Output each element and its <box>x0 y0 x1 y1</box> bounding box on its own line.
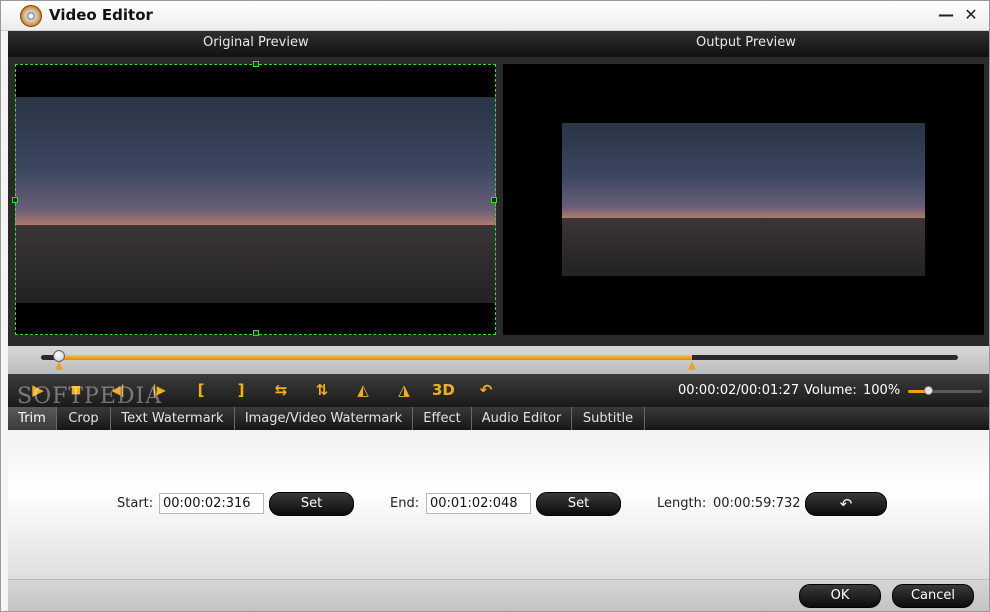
undo-icon[interactable]: ↶ <box>476 380 496 400</box>
editor-tabs: Trim Crop Text Watermark Image/Video Wat… <box>8 407 989 430</box>
trim-panel: Start: Set End: Set Length: 00:00:59:732… <box>8 430 989 580</box>
tab-crop[interactable]: Crop <box>57 407 111 430</box>
volume-slider-track[interactable] <box>908 390 982 393</box>
3d-icon[interactable]: 3D <box>432 380 455 400</box>
tab-audio-editor[interactable]: Audio Editor <box>472 407 572 430</box>
preview-area <box>8 57 989 346</box>
original-preview-label: Original Preview <box>203 35 309 50</box>
dialog-footer: OK Cancel <box>8 580 989 611</box>
end-time-input[interactable] <box>426 493 531 514</box>
tab-trim[interactable]: Trim <box>8 407 57 430</box>
playhead-thumb[interactable] <box>53 350 66 362</box>
minimize-button[interactable]: — <box>935 4 957 26</box>
original-preview <box>15 64 496 335</box>
title-bar: Video Editor — ✕ <box>1 1 989 31</box>
start-label: Start: <box>117 496 154 511</box>
output-video-frame <box>562 123 925 276</box>
start-time-input[interactable] <box>159 493 264 514</box>
length-value: 00:00:59:732 <box>713 496 801 511</box>
video-editor-window: Video Editor — ✕ Original Preview Output… <box>0 0 990 612</box>
trim-end-marker[interactable] <box>688 361 697 370</box>
end-label: End: <box>390 496 420 511</box>
tab-text-watermark[interactable]: Text Watermark <box>111 407 235 430</box>
preview-header: Original Preview Output Preview <box>8 31 989 57</box>
stop-icon[interactable]: ■ <box>66 380 86 400</box>
output-preview-label: Output Preview <box>696 35 796 50</box>
flip-vertical-icon[interactable]: ⇅ <box>312 380 332 400</box>
tab-subtitle[interactable]: Subtitle <box>572 407 645 430</box>
volume-slider-thumb[interactable] <box>923 386 933 395</box>
trim-start-marker[interactable] <box>55 361 64 370</box>
mark-in-icon[interactable]: [ <box>191 380 211 400</box>
original-video-frame <box>15 97 496 303</box>
cancel-button[interactable]: Cancel <box>892 584 974 608</box>
end-set-button[interactable]: Set <box>536 492 621 516</box>
close-button[interactable]: ✕ <box>960 4 982 26</box>
next-frame-icon[interactable]: |▶ <box>149 380 169 400</box>
tab-effect[interactable]: Effect <box>413 407 472 430</box>
flip-horizontal-icon[interactable]: ⇆ <box>271 380 291 400</box>
ok-button[interactable]: OK <box>799 584 881 608</box>
length-label: Length: <box>657 496 707 511</box>
app-logo-icon <box>20 5 42 27</box>
rotate-right-icon[interactable]: ◮ <box>394 380 414 400</box>
tab-image-video-watermark[interactable]: Image/Video Watermark <box>235 407 413 430</box>
start-set-button[interactable]: Set <box>269 492 354 516</box>
window-title: Video Editor <box>49 6 153 24</box>
time-readout: 00:00:02/00:01:27 <box>678 383 800 398</box>
mark-out-icon[interactable]: ] <box>231 380 251 400</box>
output-preview <box>503 64 984 335</box>
volume-value: 100% <box>863 383 901 398</box>
volume-label: Volume: <box>804 383 857 398</box>
rotate-left-icon[interactable]: ◭ <box>353 380 373 400</box>
timeline <box>8 346 989 374</box>
prev-frame-icon[interactable]: ◀| <box>108 380 128 400</box>
reset-trim-button[interactable]: ↶ <box>805 492 887 516</box>
play-icon[interactable]: ▶ <box>28 380 48 400</box>
timeline-selected-range <box>59 355 693 360</box>
playback-toolbar: ▶ ■ ◀| |▶ [ ] ⇆ ⇅ ◭ ◮ 3D ↶ SOFTPEDIA www… <box>8 374 989 424</box>
